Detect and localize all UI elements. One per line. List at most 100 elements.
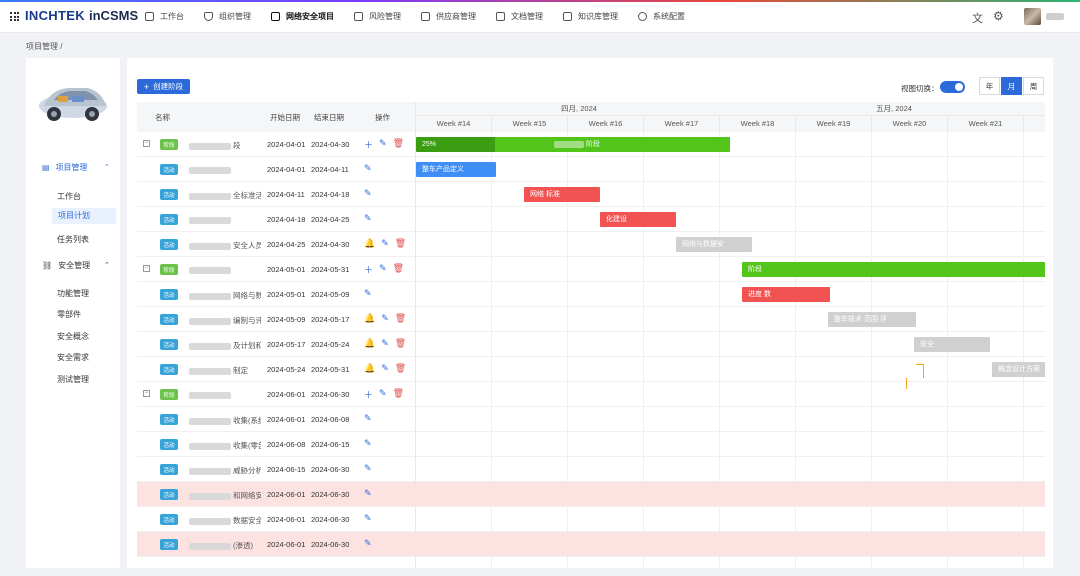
table-row[interactable]: 活动安全人员及 2024-04-25 2024-04-30 🔔 ✎ 🗑: [137, 232, 415, 257]
create-phase-button[interactable]: + 创建阶段: [137, 79, 190, 94]
sidebar-item-workbench[interactable]: 工作台: [57, 191, 81, 202]
book-icon: [563, 12, 572, 21]
del-icon[interactable]: 🗑: [395, 238, 406, 249]
table-row[interactable]: 活动 及计划和 2024-05-17 2024-05-24 🔔 ✎ 🗑: [137, 332, 415, 357]
collapse-icon[interactable]: −: [143, 140, 150, 147]
table-row[interactable]: 活动 2024-04-18 2024-04-25 ✎: [137, 207, 415, 232]
gantt-bar[interactable]: 进度 数: [742, 287, 830, 302]
edit-icon[interactable]: ✎: [364, 513, 372, 524]
del-icon[interactable]: 🗑: [395, 338, 406, 349]
sidebar-item-task-list[interactable]: 任务列表: [57, 234, 89, 245]
apps-grid-icon[interactable]: [10, 12, 19, 21]
breadcrumb[interactable]: 项目管理 /: [26, 41, 62, 52]
sidebar-item-security-concept[interactable]: 安全概念: [57, 331, 89, 342]
gantt-bar[interactable]: 阶段: [742, 262, 1045, 277]
settings-gear-icon[interactable]: ⚙: [993, 9, 1004, 23]
gantt-bar[interactable]: 整车产品定义: [416, 162, 496, 177]
del-icon[interactable]: 🗑: [395, 363, 406, 374]
edit-icon[interactable]: ✎: [364, 163, 372, 174]
segment-year[interactable]: 年: [979, 77, 1000, 95]
type-tag: 活动: [160, 189, 178, 200]
nav-item-system-config[interactable]: 系统配置: [638, 11, 685, 22]
collapse-icon[interactable]: −: [143, 390, 150, 397]
gantt-bar[interactable]: 整车技术 范围 评: [828, 312, 916, 327]
gantt-bar[interactable]: 25% 阶段: [416, 137, 730, 152]
nav-item-knowledge[interactable]: 知识库管理: [563, 11, 618, 22]
edit-icon[interactable]: ✎: [364, 463, 372, 474]
brand-logo: INCHTEK: [25, 8, 85, 23]
edit-icon[interactable]: ✎: [364, 413, 372, 424]
end-date: 2024-06-30: [311, 515, 350, 524]
table-row[interactable]: − 阶段段 2024-04-01 2024-04-30 ＋ ✎ 🗑: [137, 132, 415, 157]
table-row[interactable]: 活动收集(系统 2024-06-01 2024-06-08 ✎: [137, 407, 415, 432]
chevron-up-icon: ⌃: [104, 164, 110, 171]
gantt-row: [416, 182, 1045, 207]
nav-item-workbench[interactable]: 工作台: [145, 11, 184, 22]
del-icon[interactable]: 🗑: [393, 138, 404, 151]
username-blurred[interactable]: [1046, 13, 1064, 20]
gantt-bar[interactable]: 安全: [914, 337, 990, 352]
type-tag: 活动: [160, 239, 178, 250]
edit-icon[interactable]: ✎: [364, 438, 372, 449]
nav-item-supplier[interactable]: 供应商管理: [421, 11, 476, 22]
row-actions: ✎: [364, 163, 372, 174]
table-row[interactable]: 活动 网络与数 2024-05-01 2024-05-09 ✎: [137, 282, 415, 307]
edit-icon[interactable]: ✎: [364, 188, 372, 199]
gantt-bar[interactable]: 概念设计方案: [992, 362, 1045, 377]
nav-item-document[interactable]: 文档管理: [496, 11, 543, 22]
menu-group-security[interactable]: ⛓ 安全管理 ⌃: [42, 256, 110, 274]
view-switch-toggle[interactable]: [940, 81, 965, 93]
segment-week[interactable]: 周: [1023, 77, 1044, 95]
edit-icon[interactable]: ✎: [379, 263, 387, 276]
translate-icon[interactable]: 文: [972, 10, 983, 26]
bell-icon[interactable]: 🔔: [364, 313, 375, 324]
bell-icon[interactable]: 🔔: [364, 363, 375, 374]
table-row[interactable]: 活动 制定 2024-05-24 2024-05-31 🔔 ✎ 🗑: [137, 357, 415, 382]
gantt-bar[interactable]: 网络与数据安: [676, 237, 752, 252]
bell-icon[interactable]: 🔔: [364, 338, 375, 349]
user-avatar[interactable]: [1024, 8, 1041, 25]
type-tag: 活动: [160, 439, 178, 450]
edit-icon[interactable]: ✎: [379, 138, 387, 151]
edit-icon[interactable]: ✎: [379, 388, 387, 401]
sidebar-item-components[interactable]: 零部件: [57, 309, 81, 320]
del-icon[interactable]: 🗑: [393, 263, 404, 276]
bar-label: 阶段: [748, 266, 762, 273]
del-icon[interactable]: 🗑: [393, 388, 404, 401]
bell-icon[interactable]: 🔔: [364, 238, 375, 249]
nav-item-cyber-project[interactable]: 网络安全项目: [271, 11, 334, 22]
table-row[interactable]: − 阶段 2024-06-01 2024-06-30 ＋ ✎ 🗑: [137, 382, 415, 407]
sidebar-item-test-mgmt[interactable]: 测试管理: [57, 374, 89, 385]
menu-group-project[interactable]: ▤ 项目管理 ⌃: [42, 158, 110, 176]
table-row[interactable]: 活动 威胁分析 2024-06-15 2024-06-30 ✎: [137, 457, 415, 482]
table-row[interactable]: 活动 和网络安 2024-06-01 2024-06-30 ✎: [137, 482, 415, 507]
table-row[interactable]: 活动 (渗透) 2024-06-01 2024-06-30 ✎: [137, 532, 415, 557]
table-row[interactable]: 活动 数据安全 2024-06-01 2024-06-30 ✎: [137, 507, 415, 532]
gantt-bar[interactable]: 网络 标准: [524, 187, 600, 202]
nav-item-risk[interactable]: 风险管理: [354, 11, 401, 22]
edit-icon[interactable]: ✎: [364, 288, 372, 299]
edit-icon[interactable]: ✎: [364, 488, 372, 499]
add-icon[interactable]: ＋: [364, 388, 373, 401]
edit-icon[interactable]: ✎: [381, 313, 389, 324]
del-icon[interactable]: 🗑: [395, 313, 406, 324]
add-icon[interactable]: ＋: [364, 138, 373, 151]
gantt-bar[interactable]: 化建设: [600, 212, 676, 227]
edit-icon[interactable]: ✎: [364, 538, 372, 549]
sidebar-item-security-req[interactable]: 安全需求: [57, 352, 89, 363]
table-row[interactable]: 活动 编制与评 2024-05-09 2024-05-17 🔔 ✎ 🗑: [137, 307, 415, 332]
table-row[interactable]: 活动收集(零部 2024-06-08 2024-06-15 ✎: [137, 432, 415, 457]
edit-icon[interactable]: ✎: [381, 238, 389, 249]
edit-icon[interactable]: ✎: [381, 338, 389, 349]
edit-icon[interactable]: ✎: [364, 213, 372, 224]
edit-icon[interactable]: ✎: [381, 363, 389, 374]
add-icon[interactable]: ＋: [364, 263, 373, 276]
sidebar-item-project-plan[interactable]: 项目计划: [52, 208, 116, 224]
nav-item-organization[interactable]: 组织管理: [204, 11, 251, 22]
table-row[interactable]: 活动 全标准活 2024-04-11 2024-04-18 ✎: [137, 182, 415, 207]
table-row[interactable]: 活动 2024-04-01 2024-04-11 ✎: [137, 157, 415, 182]
sidebar-item-function-mgmt[interactable]: 功能管理: [57, 288, 89, 299]
segment-month[interactable]: 月: [1001, 77, 1022, 95]
table-row[interactable]: − 阶段 2024-05-01 2024-05-31 ＋ ✎ 🗑: [137, 257, 415, 282]
collapse-icon[interactable]: −: [143, 265, 150, 272]
